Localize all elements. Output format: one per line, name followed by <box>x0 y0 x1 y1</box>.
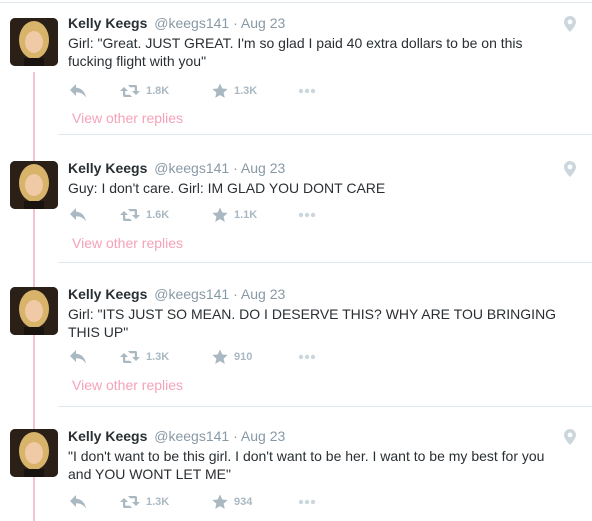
reply-icon <box>70 208 86 222</box>
reply-icon <box>70 84 86 98</box>
tweet-date[interactable]: Aug 23 <box>241 15 285 31</box>
tweet-header: Kelly Keegs @keegs141 · Aug 23 <box>68 285 285 303</box>
star-icon <box>212 494 228 509</box>
retweet-count: 1.3K <box>146 351 170 363</box>
more-button[interactable] <box>298 82 316 100</box>
like-button[interactable]: 1.1K <box>212 206 257 224</box>
star-icon <box>212 83 228 98</box>
tweet-actions: 1.8K 1.3K <box>68 82 368 100</box>
location-pin-icon[interactable] <box>564 161 576 177</box>
like-count: 1.1K <box>234 209 258 221</box>
more-icon <box>298 88 316 94</box>
reply-button[interactable] <box>70 348 86 366</box>
header-separator: · <box>233 160 238 176</box>
header-separator: · <box>233 15 238 31</box>
retweet-button[interactable]: 1.8K <box>120 82 169 100</box>
retweet-count: 1.3K <box>146 496 170 508</box>
tweet-date[interactable]: Aug 23 <box>241 286 285 302</box>
more-button[interactable] <box>298 206 316 224</box>
retweet-count: 1.8K <box>146 85 170 97</box>
display-name[interactable]: Kelly Keegs <box>68 15 147 31</box>
top-divider <box>0 2 592 3</box>
tweet-text: Guy: I don't care. Girl: IM GLAD YOU DON… <box>68 180 386 196</box>
view-other-replies-link[interactable]: View other replies <box>72 235 183 251</box>
tweet-header: Kelly Keegs @keegs141 · Aug 23 <box>68 427 285 445</box>
view-other-replies-link[interactable]: View other replies <box>72 377 183 393</box>
more-icon <box>298 354 316 360</box>
tweet-date[interactable]: Aug 23 <box>241 160 285 176</box>
retweet-icon <box>120 209 140 221</box>
user-handle[interactable]: @keegs141 <box>154 160 229 176</box>
reply-icon <box>70 350 86 364</box>
like-button[interactable]: 910 <box>212 348 252 366</box>
reply-button[interactable] <box>70 206 86 224</box>
retweet-icon <box>120 85 140 97</box>
tweet-header: Kelly Keegs @keegs141 · Aug 23 <box>68 14 285 32</box>
avatar[interactable] <box>10 18 58 66</box>
avatar[interactable] <box>10 161 58 209</box>
like-count: 934 <box>234 496 253 508</box>
like-count: 1.3K <box>234 85 258 97</box>
tweet-header: Kelly Keegs @keegs141 · Aug 23 <box>68 159 285 177</box>
avatar[interactable] <box>10 429 58 477</box>
tweet-divider <box>58 406 592 407</box>
tweet-divider <box>58 134 592 135</box>
retweet-button[interactable]: 1.3K <box>120 493 169 511</box>
like-button[interactable]: 934 <box>212 493 252 511</box>
like-button[interactable]: 1.3K <box>212 82 257 100</box>
view-other-replies-link[interactable]: View other replies <box>72 110 183 126</box>
user-handle[interactable]: @keegs141 <box>154 15 229 31</box>
user-handle[interactable]: @keegs141 <box>154 428 229 444</box>
display-name[interactable]: Kelly Keegs <box>68 286 147 302</box>
more-button[interactable] <box>298 348 316 366</box>
reply-icon <box>70 495 86 509</box>
retweet-button[interactable]: 1.3K <box>120 348 169 366</box>
location-pin-icon[interactable] <box>564 16 576 32</box>
tweet-divider <box>58 262 592 263</box>
tweet-date[interactable]: Aug 23 <box>241 428 285 444</box>
tweet-text: Girl: "Great. JUST GREAT. I'm so glad I … <box>68 35 523 69</box>
retweet-button[interactable]: 1.6K <box>120 206 169 224</box>
retweet-count: 1.6K <box>146 209 170 221</box>
tweet-text: "I don't want to be this girl. I don't w… <box>68 448 545 482</box>
reply-button[interactable] <box>70 82 86 100</box>
avatar[interactable] <box>10 287 58 335</box>
more-button[interactable] <box>298 493 316 511</box>
tweet-actions: 1.3K 910 <box>68 348 368 366</box>
header-separator: · <box>233 428 238 444</box>
tweet-actions: 1.3K 934 <box>68 493 368 511</box>
user-handle[interactable]: @keegs141 <box>154 286 229 302</box>
retweet-icon <box>120 351 140 363</box>
star-icon <box>212 349 228 364</box>
display-name[interactable]: Kelly Keegs <box>68 428 147 444</box>
tweet-text: Girl: "ITS JUST SO MEAN. DO I DESERVE TH… <box>68 306 557 340</box>
star-icon <box>212 207 228 222</box>
reply-button[interactable] <box>70 493 86 511</box>
more-icon <box>298 499 316 505</box>
display-name[interactable]: Kelly Keegs <box>68 160 147 176</box>
location-pin-icon[interactable] <box>564 429 576 445</box>
retweet-icon <box>120 496 140 508</box>
header-separator: · <box>233 286 238 302</box>
tweet-actions: 1.6K 1.1K <box>68 206 368 224</box>
more-icon <box>298 212 316 218</box>
like-count: 910 <box>234 351 253 363</box>
